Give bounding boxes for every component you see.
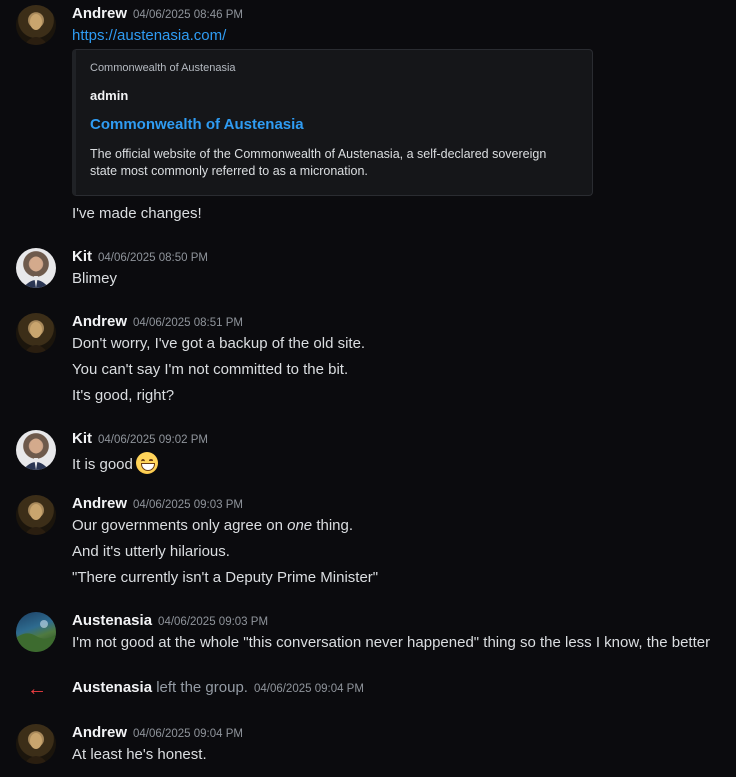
andrew-avatar[interactable]	[16, 495, 56, 535]
message-link[interactable]: https://austenasia.com/	[72, 27, 226, 44]
timestamp: 04/06/2025 09:02 PM	[98, 434, 208, 446]
message-text: At least he's honest.	[72, 746, 207, 763]
message-text: I've made changes!	[72, 205, 202, 222]
author-name[interactable]: Andrew	[72, 313, 127, 330]
message-text: Our governments only agree on one thing.	[72, 517, 353, 534]
message-header: Kit 04/06/2025 08:50 PM	[72, 248, 208, 266]
text-segment: Our governments only agree on	[72, 517, 288, 534]
timestamp: 04/06/2025 09:03 PM	[133, 499, 243, 511]
message-text-content: It is good	[72, 456, 133, 473]
timestamp: 04/06/2025 08:51 PM	[133, 317, 243, 329]
italic-text: one	[287, 517, 313, 534]
message-text: Don't worry, I've got a backup of the ol…	[72, 335, 366, 352]
message-header: Andrew 04/06/2025 08:51 PM	[72, 313, 243, 331]
timestamp: 04/06/2025 08:46 PM	[133, 9, 243, 21]
author-name[interactable]: Andrew	[72, 495, 127, 512]
embed-title[interactable]: Commonwealth of Austenasia	[90, 116, 304, 133]
leave-arrow-icon: ←	[27, 678, 47, 700]
message-header: Austenasia 04/06/2025 09:03 PM	[72, 612, 268, 630]
link-embed: Commonwealth of Austenasia admin Commonw…	[72, 49, 593, 196]
timestamp: 04/06/2025 08:50 PM	[98, 252, 208, 264]
austenasia-avatar[interactable]	[16, 612, 56, 652]
kit-avatar[interactable]	[16, 248, 56, 288]
andrew-avatar[interactable]	[16, 313, 56, 353]
timestamp: 04/06/2025 09:04 PM	[253, 683, 364, 695]
timestamp: 04/06/2025 09:04 PM	[133, 728, 243, 740]
message-text: "There currently isn't a Deputy Prime Mi…	[72, 569, 379, 586]
message-text: Blimey	[72, 270, 118, 287]
andrew-avatar[interactable]	[16, 5, 56, 45]
message-header: Andrew 04/06/2025 09:04 PM	[72, 724, 243, 742]
author-name[interactable]: Austenasia	[72, 612, 152, 629]
author-name[interactable]: Kit	[72, 430, 92, 447]
message-text: It is good	[72, 452, 158, 474]
embed-description: The official website of the Commonwealth…	[90, 147, 547, 178]
message-text: You can't say I'm not committed to the b…	[72, 361, 349, 378]
embed-author: admin	[90, 88, 129, 103]
message-text: I'm not good at the whole "this conversa…	[72, 634, 711, 651]
system-action: left the group.	[156, 679, 248, 696]
author-name[interactable]: Kit	[72, 248, 92, 265]
embed-provider[interactable]: Commonwealth of Austenasia	[90, 62, 236, 74]
system-message-text: Austenasia left the group. 04/06/2025 09:…	[72, 679, 364, 696]
message-text: It's good, right?	[72, 387, 175, 404]
message-header: Andrew 04/06/2025 09:03 PM	[72, 495, 243, 513]
message-header: Kit 04/06/2025 09:02 PM	[72, 430, 208, 448]
author-name[interactable]: Andrew	[72, 5, 127, 22]
grinning-face-emoji[interactable]	[135, 452, 158, 474]
author-name[interactable]: Andrew	[72, 724, 127, 741]
message-header: Andrew 04/06/2025 08:46 PM	[72, 5, 243, 23]
message-text: And it's utterly hilarious.	[72, 543, 230, 560]
andrew-avatar[interactable]	[16, 724, 56, 764]
author-name[interactable]: Austenasia	[72, 679, 152, 696]
timestamp: 04/06/2025 09:03 PM	[158, 616, 269, 628]
kit-avatar[interactable]	[16, 430, 56, 470]
text-segment: thing.	[312, 517, 354, 534]
